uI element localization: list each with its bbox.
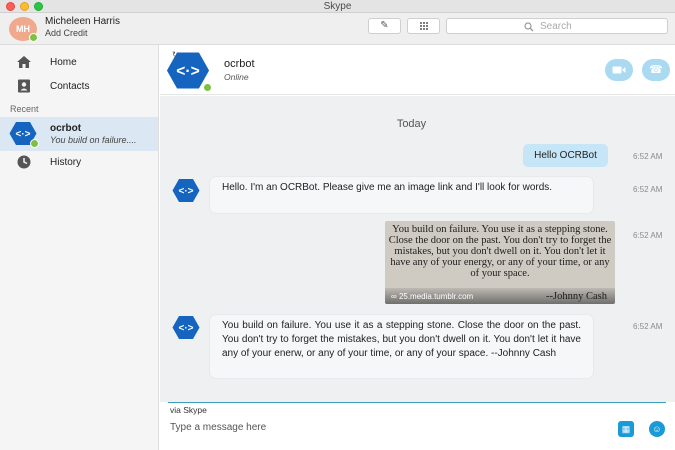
window-title: Skype (323, 1, 352, 12)
sidebar-item-label: Home (50, 57, 77, 68)
online-status-icon (203, 83, 212, 92)
profile-avatar[interactable]: MH (9, 17, 38, 42)
bot-hexagon-icon: <·> (172, 316, 200, 339)
sync-icon: ↻ (172, 50, 179, 59)
incoming-message[interactable]: You build on failure. You use it as a st… (210, 315, 593, 378)
bot-hexagon-icon: <·> (172, 179, 200, 202)
search-field[interactable]: Search (446, 18, 668, 34)
incoming-message[interactable]: Hello. I'm an OCRBot. Please give me an … (210, 177, 593, 213)
ocrbot-avatar: <·> (172, 315, 200, 340)
phone-icon: ☎ (649, 64, 663, 76)
svg-text:<·>: <·> (178, 323, 193, 334)
message-timestamp: 6:52 AM (633, 231, 663, 240)
image-icon: ▦ (621, 424, 631, 434)
svg-text:<·>: <·> (178, 186, 193, 197)
message-timestamp: 6:52 AM (633, 322, 663, 331)
new-conversation-button[interactable]: ✎ (368, 18, 401, 34)
dialpad-button[interactable] (407, 18, 440, 34)
online-status-icon (29, 33, 38, 42)
top-toolbar: MH Micheleen Harris Add Credit ✎ Search (0, 13, 675, 45)
recent-conversation-ocrbot[interactable]: <·> ocrbot You build on failure.... (0, 117, 158, 151)
profile-name[interactable]: Micheleen Harris (45, 16, 120, 27)
via-skype-label: via Skype (170, 405, 207, 415)
smiley-icon: ☺ (652, 424, 662, 434)
sidebar-item-contacts[interactable]: Contacts (0, 75, 158, 99)
add-credit-link[interactable]: Add Credit (45, 28, 88, 38)
ocrbot-avatar: <·> (172, 178, 200, 203)
compose-area: via Skype ▦ ☺ (160, 402, 675, 450)
compose-divider (168, 402, 666, 403)
video-camera-icon (612, 66, 626, 74)
message-timestamp: 6:52 AM (633, 185, 663, 194)
title-bar: Skype (0, 0, 675, 13)
svg-text:<·>: <·> (15, 129, 30, 140)
message-timestamp: 6:52 AM (633, 152, 663, 161)
dialpad-icon (419, 22, 428, 30)
search-icon (524, 22, 534, 32)
send-media-button[interactable]: ▦ (618, 421, 634, 437)
contact-name[interactable]: ocrbot (224, 58, 255, 70)
recent-message-snippet: You build on failure.... (50, 135, 137, 145)
audio-call-button[interactable]: ☎ (642, 59, 670, 81)
sidebar-item-label: Contacts (50, 81, 90, 92)
video-call-button[interactable] (605, 59, 633, 81)
online-status-icon (30, 139, 39, 148)
image-link-text: 25.media.tumblr.com (398, 292, 474, 301)
contact-status: Online (224, 72, 249, 82)
chat-header: <·> ↻ ocrbot Online ☎ (160, 45, 675, 95)
svg-text:<·>: <·> (176, 63, 199, 80)
sidebar-item-home[interactable]: Home (0, 51, 158, 75)
sidebar-item-history[interactable]: History (0, 151, 158, 175)
sidebar: Home Contacts Recent <·> ocrbot You buil… (0, 45, 159, 450)
maximize-window-button[interactable] (34, 2, 43, 11)
emoticon-button[interactable]: ☺ (649, 421, 665, 437)
contacts-icon (18, 79, 30, 93)
profile-initials: MH (16, 24, 30, 34)
outgoing-message[interactable]: Hello OCRBot (523, 144, 608, 167)
day-separator: Today (396, 118, 427, 130)
image-message[interactable]: You build on failure. You use it as a st… (385, 221, 615, 304)
close-window-button[interactable] (6, 2, 15, 11)
image-quote-text: You build on failure. You use it as a st… (388, 224, 612, 279)
minimize-window-button[interactable] (20, 2, 29, 11)
link-icon: ∞ (391, 292, 399, 301)
message-input[interactable] (168, 419, 608, 435)
image-quote-author: --Johnny Cash (546, 291, 607, 302)
image-link[interactable]: ∞ 25.media.tumblr.com (391, 292, 473, 301)
compose-icon: ✎ (380, 20, 389, 31)
recent-section-label: Recent (10, 104, 39, 114)
search-placeholder: Search (540, 21, 572, 32)
clock-icon (17, 155, 31, 169)
recent-contact-name: ocrbot (50, 123, 82, 134)
conversation-pane[interactable]: Today Hello OCRBot 6:52 AM <·> Hello. I'… (160, 96, 675, 402)
home-icon (17, 56, 31, 68)
sidebar-item-label: History (50, 157, 82, 168)
ocrbot-avatar: <·> (9, 121, 39, 148)
